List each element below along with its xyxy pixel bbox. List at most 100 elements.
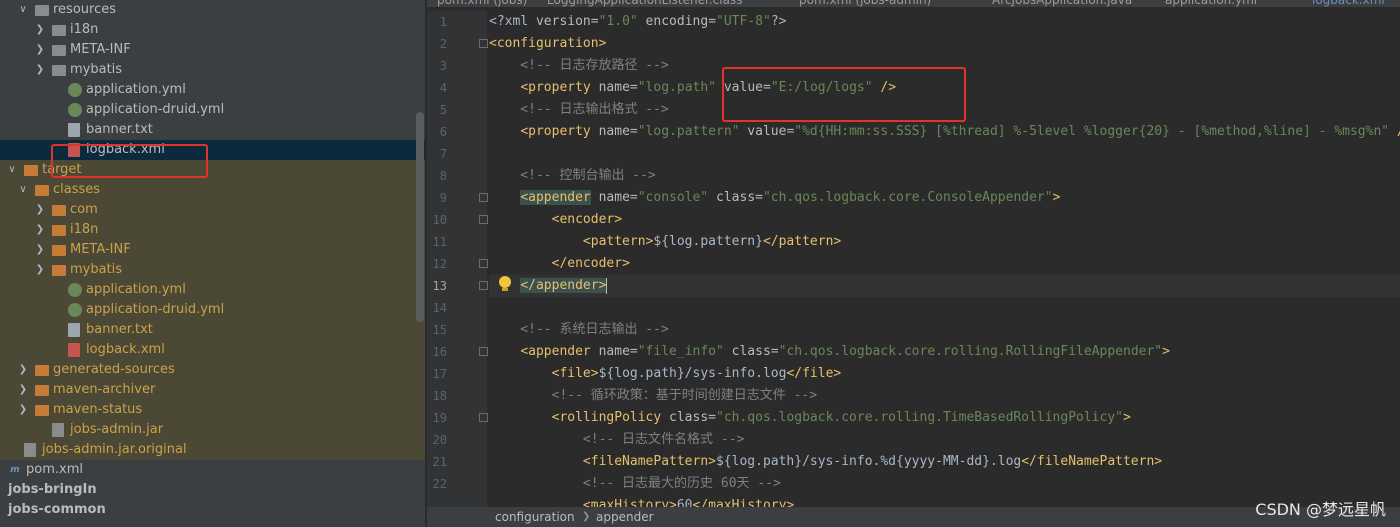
code-line[interactable]: <!-- 系统日志输出 -->	[489, 319, 1400, 341]
chevron-right-icon[interactable]: ❯	[17, 380, 29, 400]
chevron-right-icon[interactable]: ❯	[34, 220, 46, 240]
tree-item-meta-inf[interactable]: ❯ META-INF	[0, 239, 425, 260]
code-line[interactable]: </appender>	[489, 275, 1400, 297]
tree-item-meta-inf[interactable]: ❯ META-INF	[0, 40, 425, 60]
code-line[interactable]: <pattern>${log.pattern}</pattern>	[489, 231, 1400, 253]
code-token: ${log.path}/sys-info.%d{yyyy-MM-dd}.log	[715, 454, 1022, 469]
line-number: 17	[432, 367, 447, 381]
chevron-right-icon[interactable]: ❯	[34, 240, 46, 260]
fold-marker-icon[interactable]	[479, 39, 488, 48]
chevron-right-icon[interactable]: ❯	[34, 200, 46, 220]
code-token: <!-- 控制台输出 -->	[489, 168, 656, 183]
tree-item-jobs-common[interactable]: jobs-common	[0, 500, 425, 520]
code-line[interactable]: <fileNamePattern>${log.path}/sys-info.%d…	[489, 451, 1400, 473]
line-number: 10	[432, 213, 447, 227]
lightbulb-icon[interactable]	[499, 276, 511, 291]
tree-item-logback-xml[interactable]: logback.xml	[0, 339, 425, 360]
code-token: name	[590, 344, 630, 359]
code-line[interactable]: <configuration>	[489, 33, 1400, 55]
code-line[interactable]	[489, 143, 1400, 165]
text-file-icon	[68, 122, 80, 137]
tree-item-classes[interactable]: ∨ classes	[0, 179, 425, 200]
fold-marker-icon[interactable]	[479, 259, 488, 268]
tree-item-application-druid-yml[interactable]: application-druid.yml	[0, 100, 425, 120]
tree-item-application-yml[interactable]: application.yml	[0, 279, 425, 300]
code-line[interactable]: <!-- 循环政策：基于时间创建日志文件 -->	[489, 385, 1400, 407]
code-token: encoding	[637, 14, 709, 29]
breadcrumb-appender[interactable]: appender	[596, 507, 654, 527]
tab-application-yml[interactable]: application.yml	[1165, 0, 1257, 7]
fold-marker-icon[interactable]	[479, 215, 488, 224]
tree-item-jobs-admin-jar-original[interactable]: jobs-admin.jar.original	[0, 439, 425, 460]
code-line[interactable]: </encoder>	[489, 253, 1400, 275]
tree-item-i18n[interactable]: ❯ i18n	[0, 219, 425, 240]
chevron-right-icon[interactable]: ❯	[17, 400, 29, 420]
code-line[interactable]: <appender name="file_info" class="ch.qos…	[489, 341, 1400, 363]
tree-item-application-druid-yml[interactable]: application-druid.yml	[0, 299, 425, 320]
tree-item-banner-txt[interactable]: banner.txt	[0, 319, 425, 340]
code-token: "UTF-8"	[716, 14, 771, 29]
fold-marker-icon[interactable]	[479, 281, 488, 290]
tree-item-i18n[interactable]: ❯ i18n	[0, 20, 425, 40]
code-line[interactable]	[489, 297, 1400, 319]
tree-item-maven-archiver[interactable]: ❯ maven-archiver	[0, 379, 425, 400]
tree-item-label: classes	[53, 181, 101, 197]
code-token: "log.pattern"	[637, 124, 740, 139]
line-number: 8	[439, 169, 447, 183]
code-line[interactable]: <!-- 日志文件名格式 -->	[489, 429, 1400, 451]
code-line[interactable]: <appender name="console" class="ch.qos.l…	[489, 187, 1400, 209]
tab-logback-xml[interactable]: logback.xml	[1312, 0, 1385, 7]
tab-pom-xml-jobs-admin-[interactable]: pom.xml (jobs-admin)	[799, 0, 931, 7]
code-token: >	[1162, 344, 1170, 359]
tab-loggingapplicationlistener-class[interactable]: LoggingApplicationListener.class	[547, 0, 742, 7]
code-token: ${log.path}/sys-info.log	[598, 366, 787, 381]
tree-item-jobs-admin-jar[interactable]: jobs-admin.jar	[0, 419, 425, 440]
chevron-down-icon[interactable]: ∨	[17, 0, 29, 20]
folder-icon	[52, 44, 66, 56]
code-line[interactable]: <!-- 控制台输出 -->	[489, 165, 1400, 187]
code-token: <appender	[520, 190, 591, 205]
tree-item-banner-txt[interactable]: banner.txt	[0, 120, 425, 140]
tree-item-label: banner.txt	[86, 121, 153, 137]
tree-item-label: jobs-admin.jar.original	[42, 441, 187, 457]
code-token: =	[708, 14, 717, 29]
annotation-box-log-path	[722, 67, 966, 122]
tab-arcjobsapplication-java[interactable]: ArcJobsApplication.java	[992, 0, 1132, 7]
chevron-right-icon[interactable]: ❯	[34, 20, 46, 40]
tree-item-mybatis[interactable]: ❯ mybatis	[0, 259, 425, 280]
chevron-right-icon[interactable]: ❯	[34, 60, 46, 80]
code-line[interactable]: <rollingPolicy class="ch.qos.logback.cor…	[489, 407, 1400, 429]
code-line[interactable]: <?xml version="1.0" encoding="UTF-8"?>	[489, 11, 1400, 33]
tree-item-mybatis[interactable]: ❯ mybatis	[0, 60, 425, 80]
tree-item-jobs-bringin[interactable]: jobs-bringIn	[0, 480, 425, 500]
tree-item-application-yml[interactable]: application.yml	[0, 80, 425, 100]
code-editor[interactable]: pom.xml (jobs) LoggingApplicationListener…	[427, 0, 1400, 527]
breadcrumb-configuration[interactable]: configuration	[495, 507, 575, 527]
code-line[interactable]: <property name="log.pattern" value="%d{H…	[489, 121, 1400, 143]
tab-pom-xml-jobs-[interactable]: pom.xml (jobs)	[437, 0, 527, 7]
fold-marker-icon[interactable]	[479, 193, 488, 202]
line-number: 21	[432, 455, 447, 469]
code-line[interactable]: <encoder>	[489, 209, 1400, 231]
tree-item-generated-sources[interactable]: ❯ generated-sources	[0, 359, 425, 380]
tree-item-com[interactable]: ❯ com	[0, 199, 425, 220]
tree-item-label: mybatis	[70, 261, 123, 277]
fold-marker-icon[interactable]	[479, 413, 488, 422]
code-token: =	[755, 190, 763, 205]
chevron-right-icon[interactable]: ❯	[34, 260, 46, 280]
tree-item-resources[interactable]: ∨ resources	[0, 0, 425, 20]
fold-marker-icon[interactable]	[479, 347, 488, 356]
annotation-box-logback	[51, 144, 208, 178]
chevron-right-icon[interactable]: ❯	[34, 40, 46, 60]
chevron-down-icon[interactable]: ∨	[6, 160, 18, 180]
chevron-down-icon[interactable]: ∨	[17, 180, 29, 200]
tree-item-pom-xml[interactable]: m pom.xml	[0, 460, 425, 480]
code-line[interactable]: <file>${log.path}/sys-info.log</file>	[489, 363, 1400, 385]
line-number: 11	[432, 235, 447, 249]
sidebar-scrollbar[interactable]	[416, 112, 424, 322]
chevron-right-icon[interactable]: ❯	[17, 360, 29, 380]
tree-item-maven-status[interactable]: ❯ maven-status	[0, 399, 425, 420]
code-line[interactable]: <!-- 日志最大的历史 60天 -->	[489, 473, 1400, 495]
